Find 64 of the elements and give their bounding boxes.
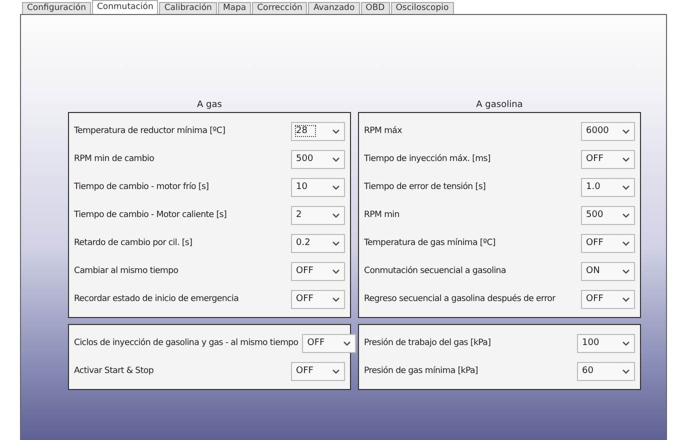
setting-label: Temperatura de reductor mínima [ºC]	[74, 126, 226, 136]
setting-label: Tiempo de inyección máx. [ms]	[364, 154, 490, 164]
setting-label: Recordar estado de inicio de emergencia	[74, 294, 239, 304]
tab[interactable]: Corrección	[252, 2, 308, 14]
tab[interactable]: Configuración	[22, 2, 91, 14]
setting-label: Regreso secuencial a gasolina después de error	[364, 294, 556, 304]
value-dropdown[interactable]: OFF	[291, 290, 345, 308]
value-dropdown[interactable]: 1.0	[581, 178, 635, 196]
tab[interactable]: Mapa	[218, 2, 252, 14]
setting-label: Presión de gas mínima [kPa]	[364, 366, 478, 376]
value-dropdown[interactable]: 28	[291, 122, 345, 140]
tab[interactable]: Conmutación	[92, 0, 158, 14]
chevron-down-icon	[622, 296, 630, 302]
value-dropdown[interactable]: OFF	[302, 334, 356, 352]
tab[interactable]: Osciloscopio	[390, 2, 454, 14]
chevron-down-icon	[332, 212, 340, 218]
setting-label: Retardo de cambio por cil. [s]	[74, 238, 192, 248]
setting-label: Tiempo de cambio - motor frío [s]	[74, 182, 209, 192]
group-title: A gas	[197, 99, 222, 112]
tab[interactable]: OBD	[360, 2, 390, 14]
value-dropdown[interactable]: OFF	[291, 262, 345, 280]
chevron-down-icon	[622, 184, 630, 190]
value-dropdown[interactable]: OFF	[581, 234, 635, 252]
setting-label: RPM máx	[364, 126, 402, 136]
tab[interactable]: Avanzado	[308, 2, 360, 14]
chevron-down-icon	[622, 128, 630, 134]
setting-label: Tiempo de cambio - Motor caliente [s]	[74, 210, 227, 220]
setting-label: Activar Start & Stop	[74, 366, 154, 376]
value-dropdown[interactable]: ON	[581, 262, 635, 280]
chevron-down-icon	[622, 212, 630, 218]
chevron-down-icon	[332, 184, 340, 190]
value-dropdown[interactable]: 10	[291, 178, 345, 196]
setting-label: Presión de trabajo del gas [kPa]	[364, 338, 491, 348]
value-dropdown[interactable]: OFF	[581, 150, 635, 168]
chevron-down-icon	[332, 240, 340, 246]
setting-label: Cambiar al mismo tiempo	[74, 266, 178, 276]
setting-label: Ciclos de inyección de gasolina y gas - al mismo tiempo	[74, 338, 298, 348]
chevron-down-icon	[622, 340, 630, 346]
value-dropdown[interactable]: 6000	[581, 122, 635, 140]
setting-label: Tiempo de error de tensión [s]	[364, 182, 486, 192]
value-dropdown[interactable]: 2	[291, 206, 345, 224]
chevron-down-icon	[622, 368, 630, 374]
chevron-down-icon	[622, 156, 630, 162]
chevron-down-icon	[332, 156, 340, 162]
tab[interactable]: Calibración	[159, 2, 217, 14]
chevron-down-icon	[332, 368, 340, 374]
value-dropdown[interactable]: OFF	[581, 290, 635, 308]
setting-label: Temperatura de gas mínima [ºC]	[364, 238, 496, 248]
chevron-down-icon	[622, 268, 630, 274]
value-dropdown[interactable]: 100	[577, 334, 635, 352]
value-dropdown[interactable]: 60	[577, 362, 635, 380]
setting-label: RPM min de cambio	[74, 154, 154, 164]
setting-label: Conmutación secuencial a gasolina	[364, 266, 506, 276]
chevron-down-icon	[332, 268, 340, 274]
value-dropdown[interactable]: 500	[581, 206, 635, 224]
group-title: A gasolina	[476, 99, 523, 112]
chevron-down-icon	[332, 128, 340, 134]
value-dropdown[interactable]: 0.2	[291, 234, 345, 252]
chevron-down-icon	[622, 240, 630, 246]
setting-label: RPM min	[364, 210, 400, 220]
chevron-down-icon	[343, 340, 352, 346]
value-dropdown[interactable]: 500	[291, 150, 345, 168]
value-dropdown[interactable]: OFF	[291, 362, 345, 380]
chevron-down-icon	[332, 296, 340, 302]
